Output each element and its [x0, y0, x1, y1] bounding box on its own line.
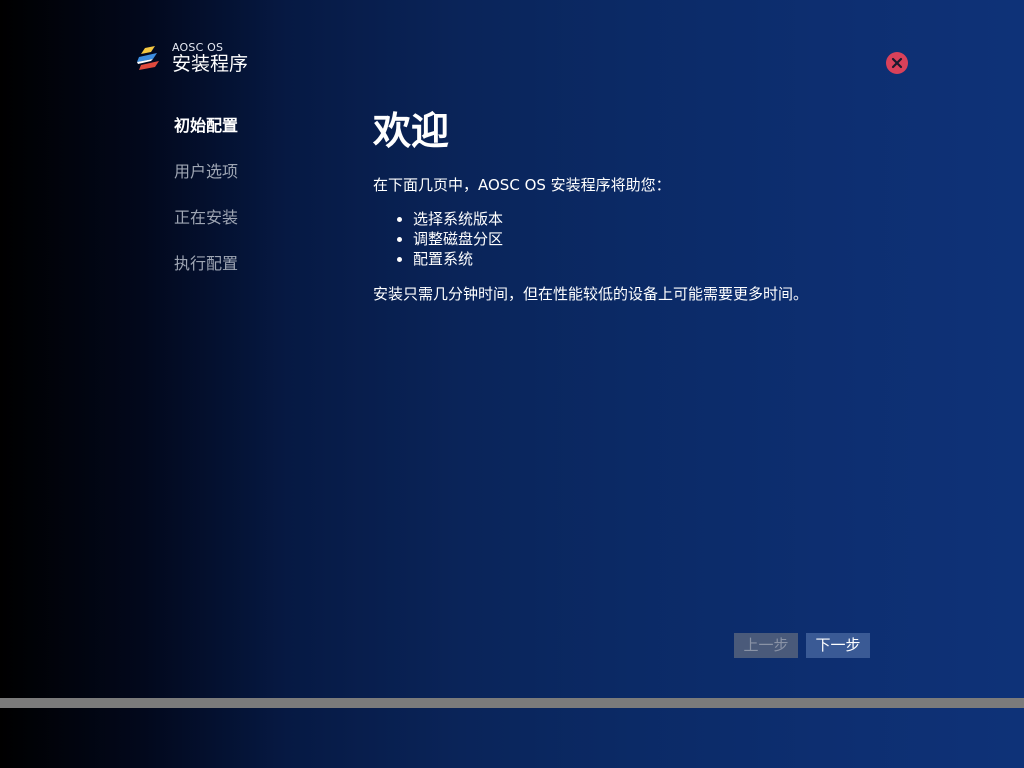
- time-note: 安装只需几分钟时间，但在性能较低的设备上可能需要更多时间。: [373, 285, 809, 303]
- list-item: 选择系统版本: [413, 209, 933, 229]
- progress-bar: [0, 698, 1024, 708]
- os-name: AOSC OS: [172, 41, 224, 54]
- step-initial-config[interactable]: 初始配置: [174, 112, 238, 158]
- feature-list: 选择系统版本 调整磁盘分区 配置系统: [373, 209, 933, 269]
- close-icon: [891, 57, 903, 69]
- step-installing[interactable]: 正在安装: [174, 204, 238, 250]
- step-list: 初始配置 用户选项 正在安装 执行配置: [174, 112, 238, 296]
- list-item: 调整磁盘分区: [413, 229, 933, 249]
- list-item: 配置系统: [413, 249, 933, 269]
- app-brand: AOSC OS 安装程序: [172, 42, 248, 74]
- intro-text: 在下面几页中，AOSC OS 安装程序将助您：: [373, 176, 671, 194]
- previous-button[interactable]: 上一步: [734, 633, 798, 658]
- main-content: 欢迎 在下面几页中，AOSC OS 安装程序将助您： 选择系统版本 调整磁盘分区…: [373, 106, 933, 305]
- step-post-config[interactable]: 执行配置: [174, 250, 238, 296]
- close-button[interactable]: [886, 52, 908, 74]
- step-user-options[interactable]: 用户选项: [174, 158, 238, 204]
- aosc-logo-icon: [137, 46, 159, 70]
- app-title: 安装程序: [172, 53, 249, 75]
- page-title: 欢迎: [373, 109, 450, 153]
- next-button[interactable]: 下一步: [806, 633, 870, 658]
